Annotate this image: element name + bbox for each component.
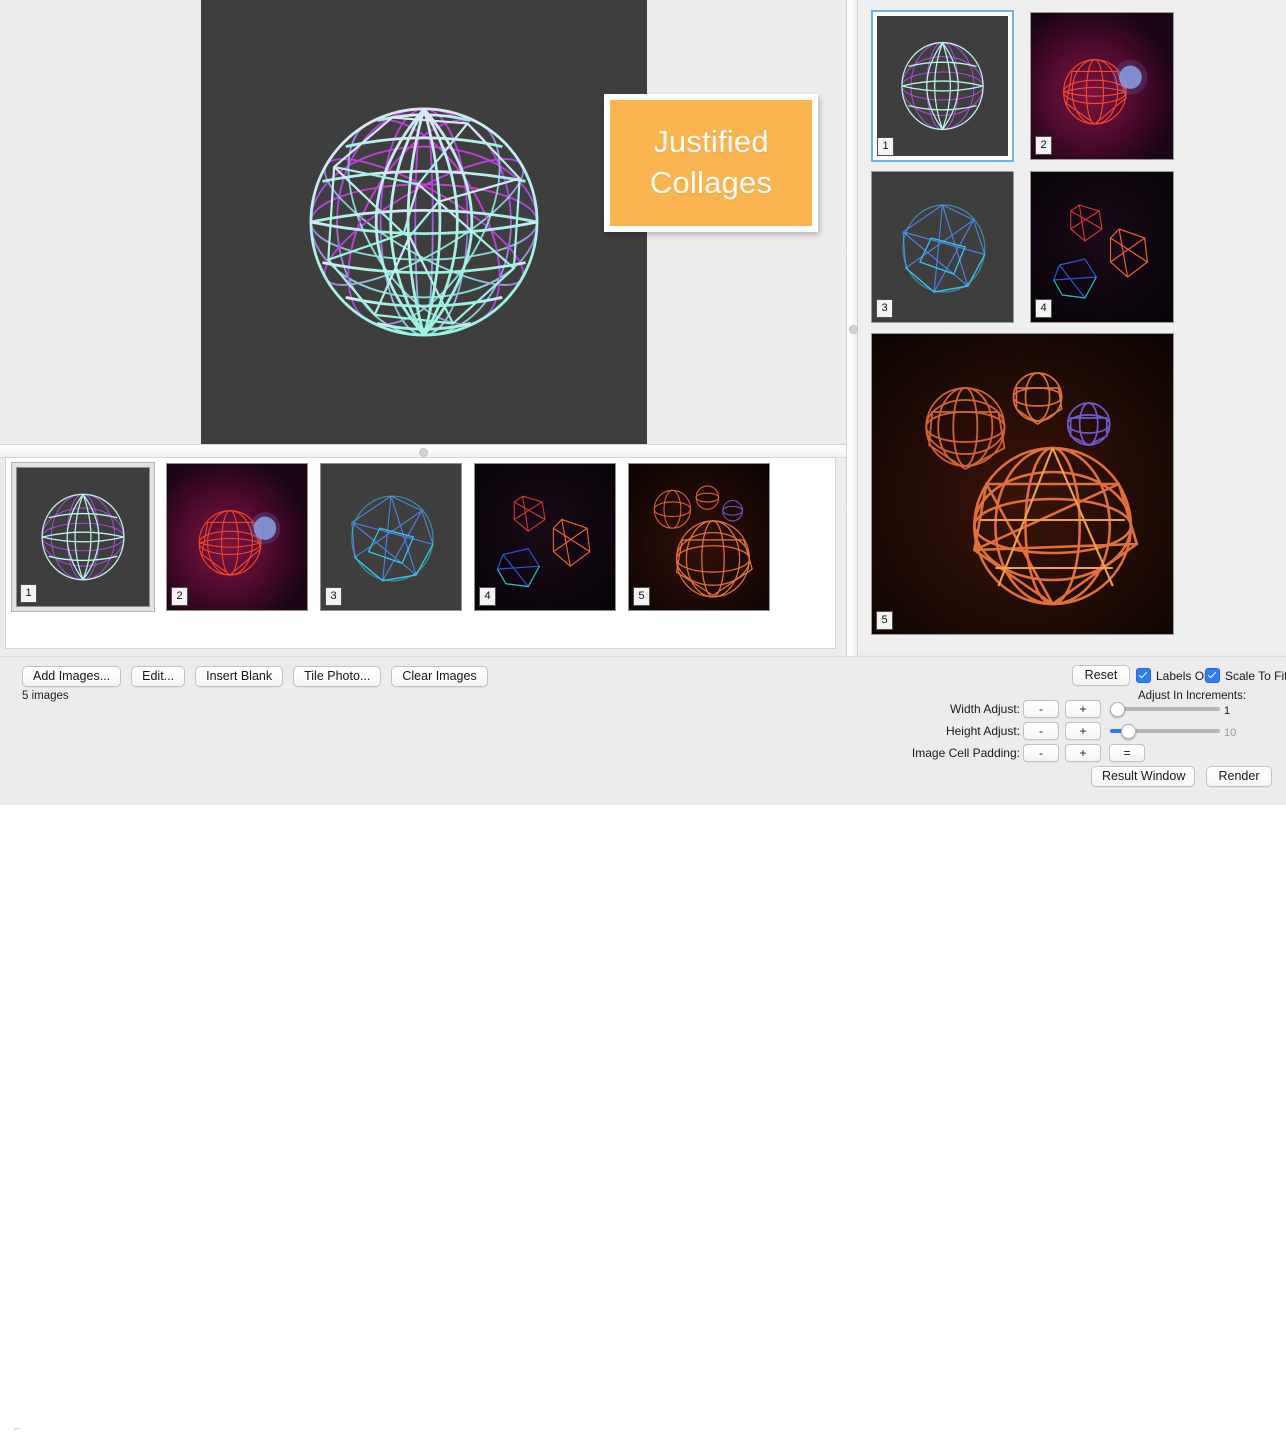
height-adjust-label: Height Adjust: bbox=[946, 724, 1020, 738]
slider-track[interactable] bbox=[1110, 707, 1220, 711]
grid-thumbnail-1[interactable]: 1 bbox=[871, 10, 1014, 162]
splitter-knob-icon[interactable] bbox=[849, 325, 858, 334]
vertical-splitter[interactable] bbox=[846, 0, 858, 656]
thumbnail-badge: 4 bbox=[479, 587, 496, 606]
resize-corner-icon: ⌐ bbox=[14, 1425, 22, 1435]
thumbnail-badge: 2 bbox=[171, 587, 188, 606]
thumbnail-badge: 2 bbox=[1035, 136, 1052, 155]
slider-thumb[interactable] bbox=[1121, 724, 1136, 739]
thumbnail-badge: 5 bbox=[633, 587, 650, 606]
strip-thumbnail-3[interactable]: 3 bbox=[320, 463, 462, 611]
checkbox-check-icon[interactable] bbox=[1136, 668, 1151, 683]
thumbnail-badge: 3 bbox=[325, 587, 342, 606]
image-cell-padding-label: Image Cell Padding: bbox=[912, 746, 1020, 760]
strip-thumbnail-1[interactable]: 1 bbox=[12, 463, 154, 611]
strip-thumbnail-4[interactable]: 4 bbox=[474, 463, 616, 611]
clear-images-button[interactable]: Clear Images bbox=[391, 666, 487, 687]
width-adjust-label: Width Adjust: bbox=[950, 702, 1020, 716]
application-window: Justified Collages bbox=[0, 0, 1286, 804]
thumbnail-badge: 4 bbox=[1035, 299, 1052, 318]
labels-on-label: Labels On bbox=[1156, 669, 1211, 683]
padding-equalize-button[interactable]: = bbox=[1109, 744, 1145, 762]
height-adjust-increase-button[interactable]: + bbox=[1065, 722, 1101, 740]
checkbox-check-icon[interactable] bbox=[1205, 668, 1220, 683]
horizontal-splitter[interactable] bbox=[0, 444, 846, 458]
edit-button[interactable]: Edit... bbox=[131, 666, 185, 687]
add-images-button[interactable]: Add Images... bbox=[22, 666, 121, 687]
left-pane: Justified Collages bbox=[0, 0, 846, 656]
grid-thumbnail-3[interactable]: 3 bbox=[871, 171, 1014, 323]
padding-increase-button[interactable]: + bbox=[1065, 744, 1101, 762]
width-increment-value: 1 bbox=[1224, 705, 1230, 717]
height-adjust-decrease-button[interactable]: - bbox=[1023, 722, 1059, 740]
slider-thumb[interactable] bbox=[1110, 702, 1125, 717]
image-count-label: 5 images bbox=[22, 690, 69, 702]
labels-on-checkbox[interactable]: Labels On bbox=[1136, 668, 1211, 683]
thumbnail-strip-row: 1 bbox=[12, 463, 770, 611]
scale-to-fit-label: Scale To Fit bbox=[1225, 669, 1286, 683]
render-button[interactable]: Render bbox=[1206, 766, 1272, 787]
image-actions-group: Add Images... Edit... Insert Blank Tile … bbox=[22, 666, 488, 687]
width-adjust-decrease-button[interactable]: - bbox=[1023, 700, 1059, 718]
thumbnail-badge: 1 bbox=[877, 137, 894, 156]
tile-photo-button[interactable]: Tile Photo... bbox=[293, 666, 381, 687]
thumbnail-badge: 1 bbox=[20, 584, 37, 603]
preview-sphere-artwork bbox=[279, 77, 569, 367]
collage-preview-area[interactable]: Justified Collages bbox=[0, 0, 846, 444]
thumbnail-badge: 3 bbox=[876, 299, 893, 318]
title-card-line-2: Collages bbox=[650, 164, 772, 203]
title-card[interactable]: Justified Collages bbox=[604, 94, 818, 232]
strip-thumbnail-5[interactable]: 5 bbox=[628, 463, 770, 611]
padding-decrease-button[interactable]: - bbox=[1023, 744, 1059, 762]
grid-thumbnail-2[interactable]: 2 bbox=[1030, 12, 1174, 160]
thumbnail-badge: 5 bbox=[876, 611, 893, 630]
scale-to-fit-checkbox[interactable]: Scale To Fit bbox=[1205, 668, 1286, 683]
strip-thumbnail-2[interactable]: 2 bbox=[166, 463, 308, 611]
height-increment-slider[interactable] bbox=[1110, 723, 1220, 739]
title-card-line-1: Justified bbox=[653, 123, 769, 162]
grid-thumbnail-5[interactable]: 5 bbox=[871, 333, 1174, 635]
width-increment-slider[interactable] bbox=[1110, 701, 1220, 717]
height-increment-value: 10 bbox=[1224, 727, 1236, 739]
splitter-knob-icon[interactable] bbox=[419, 448, 428, 457]
result-window-button[interactable]: Result Window bbox=[1091, 766, 1195, 787]
reset-button[interactable]: Reset bbox=[1072, 665, 1130, 686]
thumbnail-strip[interactable]: 1 bbox=[5, 457, 836, 649]
insert-blank-button[interactable]: Insert Blank bbox=[195, 666, 283, 687]
image-grid-panel[interactable]: 1 2 bbox=[858, 0, 1286, 652]
grid-thumbnail-4[interactable]: 4 bbox=[1030, 171, 1174, 323]
width-adjust-increase-button[interactable]: + bbox=[1065, 700, 1101, 718]
collage-sheet[interactable] bbox=[201, 0, 647, 444]
